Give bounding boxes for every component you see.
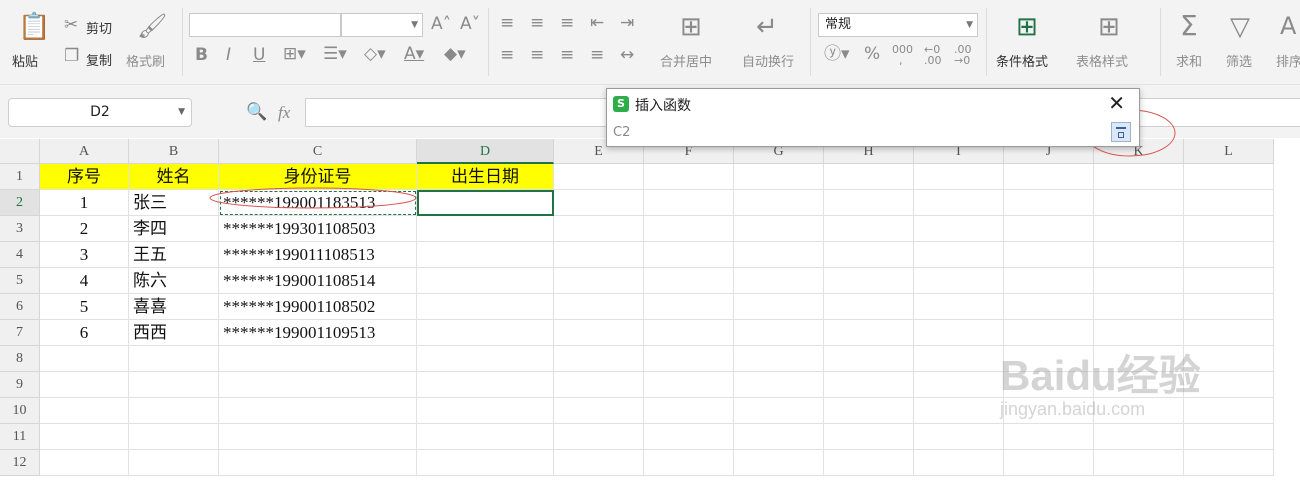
wps-logo-icon: S xyxy=(613,96,629,112)
baidu-watermark: Baidu经验 jingyan.baidu.com xyxy=(1000,342,1201,420)
dialog-title: 插入函数 xyxy=(635,98,691,114)
close-icon[interactable]: ✕ xyxy=(1108,91,1125,115)
annotation-circle-c2 xyxy=(209,187,417,209)
dialog-reference-input[interactable]: C2 xyxy=(613,122,1133,144)
range-select-icon[interactable] xyxy=(1111,122,1131,142)
insert-function-dialog: S 插入函数 ✕ C2 xyxy=(606,88,1140,147)
watermark-brand: Baidu经验 xyxy=(1000,352,1201,399)
